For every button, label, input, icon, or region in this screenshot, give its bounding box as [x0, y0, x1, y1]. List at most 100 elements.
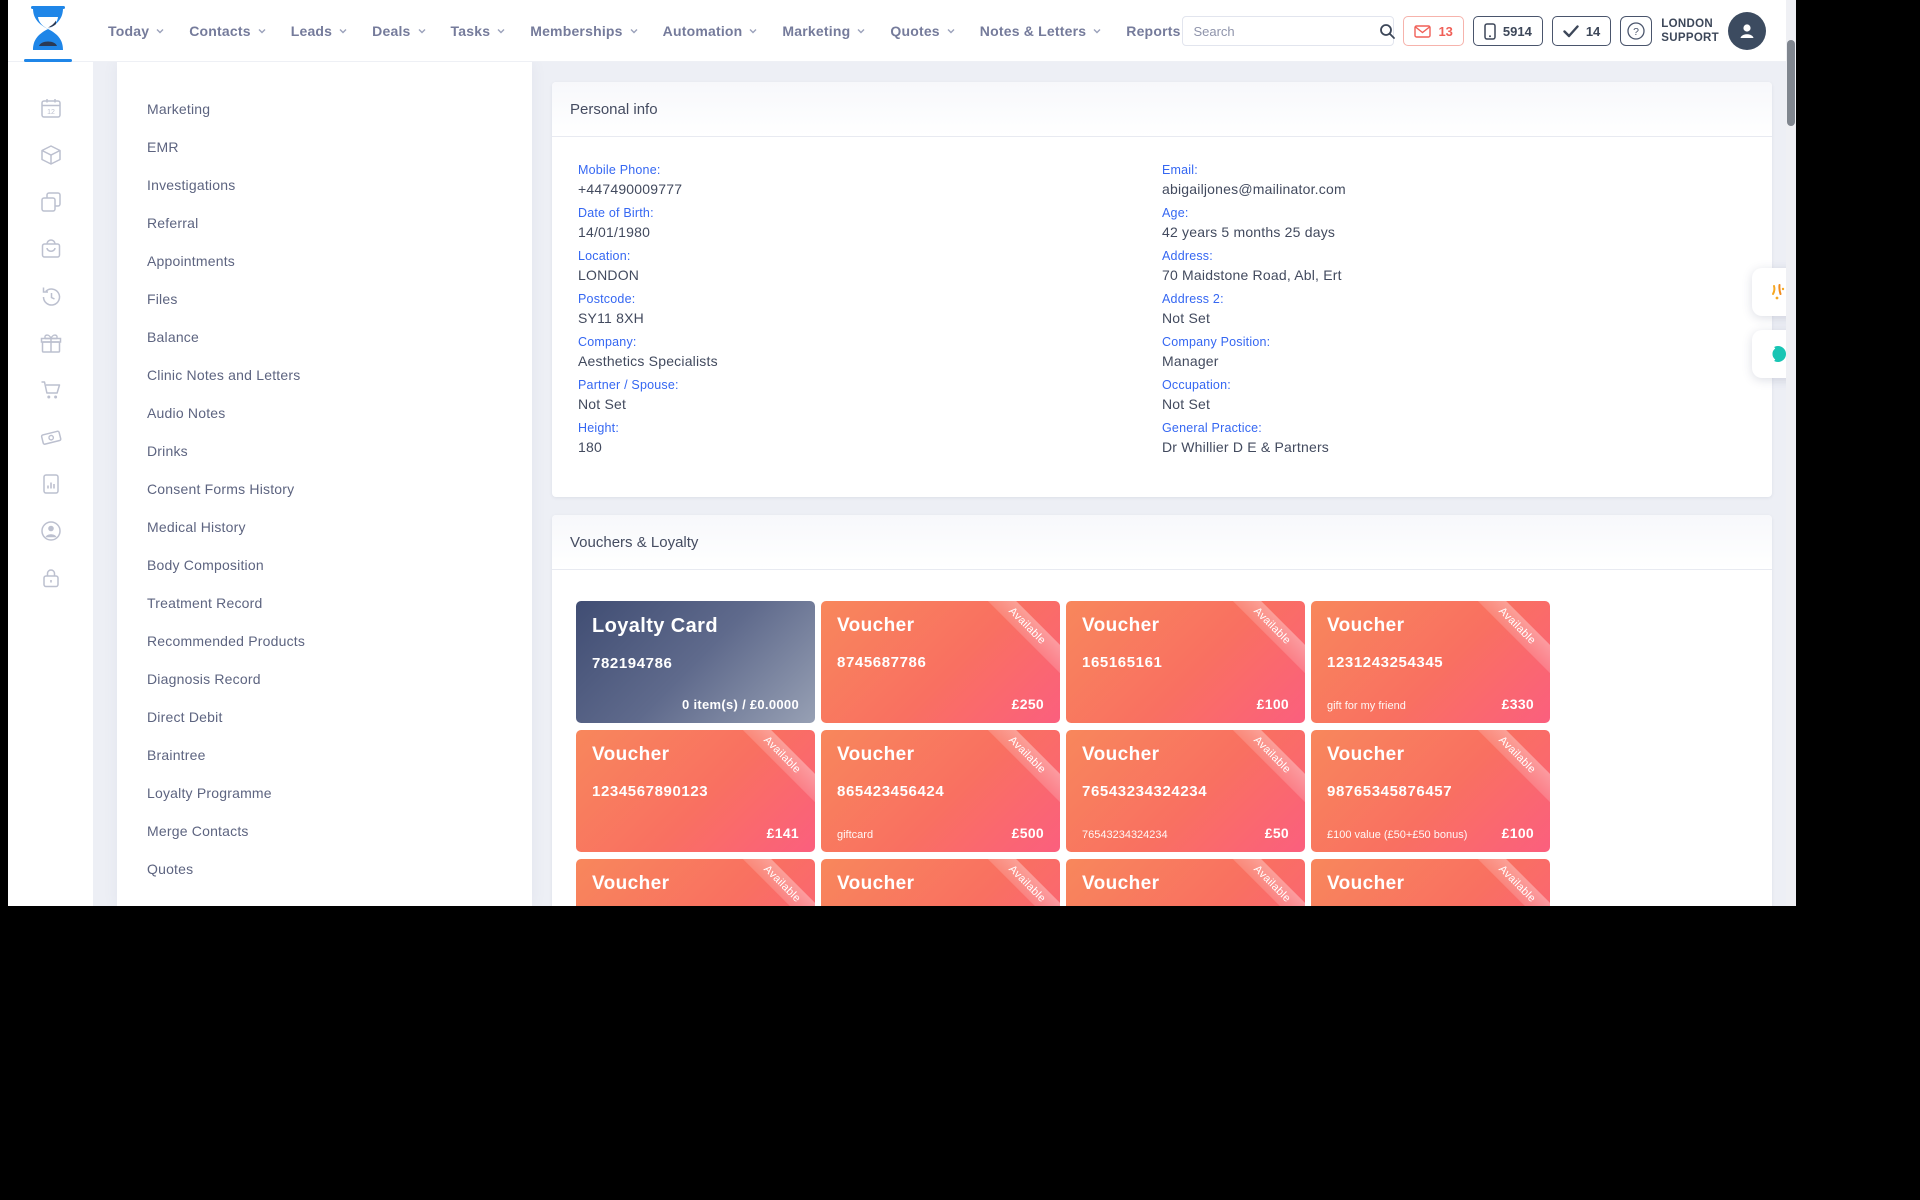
nav-item-quotes[interactable]: Quotes [890, 23, 955, 39]
sidebar-item-referral[interactable]: Referral [117, 204, 532, 242]
voucher-card[interactable]: Available Voucher 76543234324234 7654323… [1066, 730, 1305, 852]
voucher-card[interactable]: Available Voucher [821, 859, 1060, 906]
card-number: 1231243254345 [1327, 654, 1534, 671]
card-value: £50 [1265, 825, 1289, 841]
svg-text:12: 12 [47, 109, 55, 116]
voucher-card[interactable]: Available Voucher [1066, 859, 1305, 906]
calendar-icon[interactable]: 12 [39, 96, 63, 120]
tasks-badge[interactable]: 14 [1552, 16, 1611, 46]
phone-icon [1484, 23, 1496, 40]
products-cube-icon[interactable] [39, 143, 63, 167]
chevron-down-icon [496, 26, 506, 36]
nav-item-automation[interactable]: Automation [663, 23, 759, 39]
voucher-card[interactable]: Available Voucher 8745687786 £250 [821, 601, 1060, 723]
voucher-card[interactable]: Available Voucher 165165161 £100 [1066, 601, 1305, 723]
duplicate-icon[interactable] [39, 190, 63, 214]
user-location-label: LONDON SUPPORT [1661, 17, 1719, 45]
app-logo[interactable] [22, 6, 74, 62]
voucher-card[interactable]: Available Voucher 1234567890123 £141 [576, 730, 815, 852]
search-input[interactable] [1183, 24, 1379, 39]
cart-icon[interactable] [39, 378, 63, 402]
card-value: £141 [767, 825, 799, 841]
field-value: Not Set [578, 396, 1162, 412]
field-company: Company:Aesthetics Specialists [578, 335, 1162, 369]
nav-label: Automation [663, 23, 743, 39]
nav-item-deals[interactable]: Deals [372, 23, 426, 39]
nav-label: Deals [372, 23, 410, 39]
sidebar-item-loyalty-programme[interactable]: Loyalty Programme [117, 774, 532, 812]
logo-underline [24, 59, 72, 62]
field-mobile-phone: Mobile Phone:+447490009777 [578, 163, 1162, 197]
chevron-down-icon [417, 26, 427, 36]
sidebar-item-marketing[interactable]: Marketing [117, 90, 532, 128]
sidebar-item-appointments[interactable]: Appointments [117, 242, 532, 280]
nav-item-leads[interactable]: Leads [291, 23, 348, 39]
messages-count: 13 [1438, 24, 1452, 39]
voucher-card[interactable]: Available Voucher 865423456424 giftcard£… [821, 730, 1060, 852]
field-label: Occupation: [1162, 378, 1746, 392]
sidebar-item-emr[interactable]: EMR [117, 128, 532, 166]
nav-item-marketing[interactable]: Marketing [782, 23, 866, 39]
nav-item-notes-letters[interactable]: Notes & Letters [980, 23, 1102, 39]
sidebar-item-clinic-notes[interactable]: Clinic Notes and Letters [117, 356, 532, 394]
field-value: Dr Whillier D E & Partners [1162, 439, 1746, 455]
card-note: giftcard [837, 829, 873, 841]
nav-item-tasks[interactable]: Tasks [451, 23, 507, 39]
field-value: 180 [578, 439, 1162, 455]
sidebar-item-merge-contacts[interactable]: Merge Contacts [117, 812, 532, 850]
messages-badge[interactable]: 13 [1403, 16, 1463, 46]
field-label: Height: [578, 421, 1162, 435]
field-general-practice: General Practice:Dr Whillier D E & Partn… [1162, 421, 1746, 455]
scrollbar-track[interactable] [1786, 0, 1796, 906]
field-value: Manager [1162, 353, 1746, 369]
checkmark-icon [1563, 25, 1579, 38]
voucher-card[interactable]: Available Voucher [576, 859, 815, 906]
chevron-down-icon [1092, 26, 1102, 36]
loyalty-card[interactable]: Loyalty Card 782194786 0 item(s) / £0.00… [576, 601, 815, 723]
chevron-down-icon [629, 26, 639, 36]
lock-icon[interactable] [39, 566, 63, 590]
sidebar-item-balance[interactable]: Balance [117, 318, 532, 356]
voucher-card[interactable]: Available Voucher [1311, 859, 1550, 906]
sidebar-item-audio-notes[interactable]: Audio Notes [117, 394, 532, 432]
field-value: +447490009777 [578, 181, 1162, 197]
sidebar-item-body-composition[interactable]: Body Composition [117, 546, 532, 584]
chevron-down-icon [257, 26, 267, 36]
scrollbar-thumb[interactable] [1787, 40, 1795, 126]
search-button[interactable] [1379, 17, 1396, 45]
card-number: 165165161 [1082, 654, 1289, 671]
sidebar-item-braintree[interactable]: Braintree [117, 736, 532, 774]
sidebar-item-diagnosis-record[interactable]: Diagnosis Record [117, 660, 532, 698]
sidebar-item-treatment-record[interactable]: Treatment Record [117, 584, 532, 622]
sidebar-item-files[interactable]: Files [117, 280, 532, 318]
nav-item-today[interactable]: Today [108, 23, 165, 39]
sidebar-item-drinks[interactable]: Drinks [117, 432, 532, 470]
user-avatar[interactable] [1728, 12, 1766, 50]
sidebar-item-recommended-products[interactable]: Recommended Products [117, 622, 532, 660]
top-header: Today Contacts Leads Deals Tasks Members… [8, 0, 1796, 62]
voucher-card[interactable]: Available Voucher 1231243254345 gift for… [1311, 601, 1550, 723]
field-age: Age:42 years 5 months 25 days [1162, 206, 1746, 240]
money-icon[interactable] [39, 425, 63, 449]
calls-badge[interactable]: 5914 [1473, 16, 1543, 46]
card-value: £250 [1012, 696, 1044, 712]
personal-info-right-column: Email:abigailjones@mailinator.com Age:42… [1162, 163, 1746, 464]
report-icon[interactable] [39, 472, 63, 496]
nav-item-contacts[interactable]: Contacts [189, 23, 267, 39]
help-button[interactable]: ? [1620, 16, 1652, 46]
app-window: Today Contacts Leads Deals Tasks Members… [8, 0, 1796, 906]
sidebar-item-consent-forms[interactable]: Consent Forms History [117, 470, 532, 508]
sidebar-item-quotes[interactable]: Quotes [117, 850, 532, 888]
contact-icon[interactable] [39, 519, 63, 543]
nav-item-memberships[interactable]: Memberships [530, 23, 638, 39]
user-line2: SUPPORT [1661, 31, 1719, 45]
sidebar-item-medical-history[interactable]: Medical History [117, 508, 532, 546]
field-label: Partner / Spouse: [578, 378, 1162, 392]
sidebar-item-direct-debit[interactable]: Direct Debit [117, 698, 532, 736]
gift-icon[interactable] [39, 331, 63, 355]
history-icon[interactable] [39, 284, 63, 308]
voucher-card[interactable]: Available Voucher 98765345876457 £100 va… [1311, 730, 1550, 852]
orders-bag-icon[interactable] [39, 237, 63, 261]
field-value: 14/01/1980 [578, 224, 1162, 240]
sidebar-item-investigations[interactable]: Investigations [117, 166, 532, 204]
